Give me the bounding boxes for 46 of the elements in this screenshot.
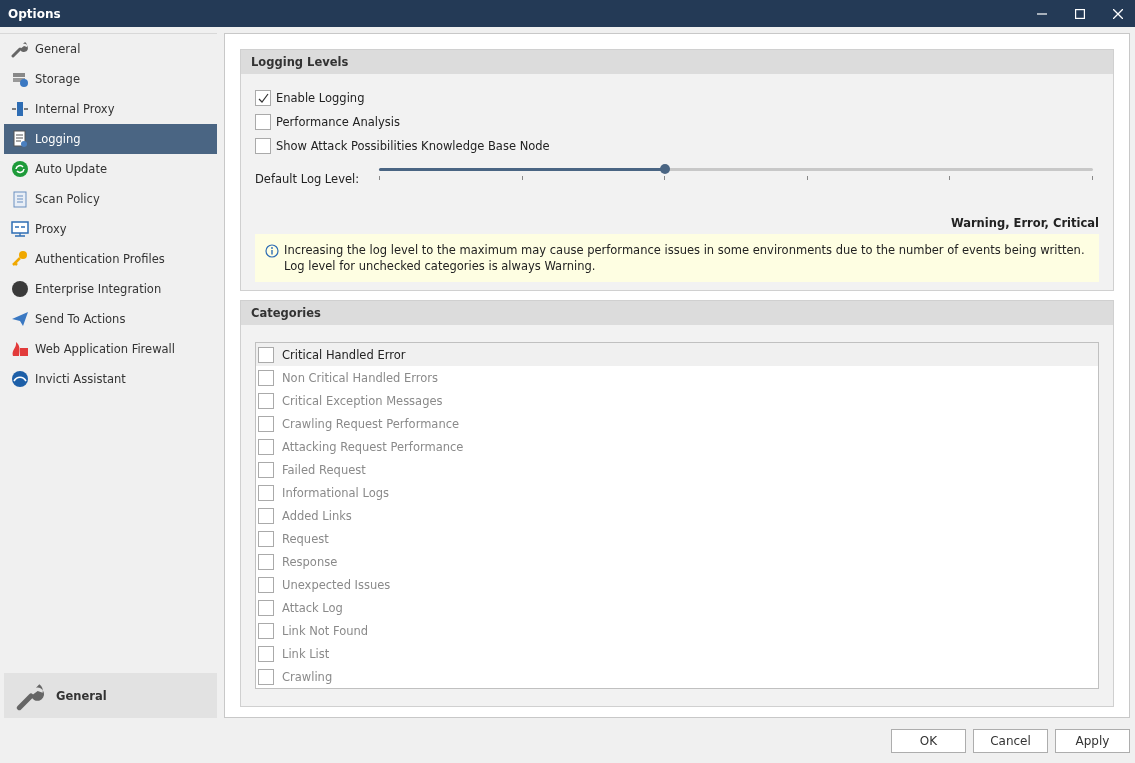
close-icon[interactable] xyxy=(1113,8,1123,19)
document-gear-icon xyxy=(11,130,29,148)
refresh-icon xyxy=(11,160,29,178)
checkbox[interactable] xyxy=(258,346,274,363)
info-icon xyxy=(265,244,279,258)
section-header: Logging Levels xyxy=(241,50,1113,74)
sidebar-item[interactable]: Storage xyxy=(4,64,217,94)
proxy-arrows-icon xyxy=(11,100,29,118)
checkbox[interactable] xyxy=(255,138,271,154)
sidebar-item[interactable]: Proxy xyxy=(4,214,217,244)
log-level-reading: Warning, Error, Critical xyxy=(949,216,1099,230)
maximize-icon[interactable] xyxy=(1075,8,1085,19)
dialog-button[interactable]: Cancel xyxy=(973,728,1048,753)
slider-thumb[interactable] xyxy=(659,164,670,174)
category-row[interactable]: Critical Handled Error xyxy=(256,343,1098,366)
globe-wave-icon xyxy=(11,370,29,388)
checkbox[interactable] xyxy=(255,114,271,130)
sidebar-item[interactable]: Scan Policy xyxy=(4,184,217,214)
sidebar-item[interactable]: General xyxy=(4,34,217,64)
sidebar-item[interactable]: Logging xyxy=(4,124,217,154)
info-text: Log level for unchecked categories is always Warning. xyxy=(284,259,597,273)
info-text: Increasing the log level to the maximum may cause performance issues in some environments due to the number of events being written. xyxy=(284,243,1085,257)
sidebar-item[interactable]: Auto Update xyxy=(4,154,217,184)
sidebar-item[interactable]: Enterprise Integration xyxy=(4,274,217,304)
window-title: Options xyxy=(8,6,61,21)
sidebar-item[interactable]: Web Application Firewall xyxy=(4,334,217,364)
storage-icon xyxy=(11,70,29,88)
clipboard-icon xyxy=(11,190,29,208)
dialog-button[interactable]: OK xyxy=(891,728,966,753)
checkbox[interactable] xyxy=(255,90,271,106)
section-header: Categories xyxy=(241,301,1113,325)
key-icon xyxy=(11,250,29,268)
checkbox-option[interactable]: Show Attack Possibilities Knowledge Base Node xyxy=(255,134,1099,158)
checkbox-option[interactable]: Enable Logging xyxy=(255,86,1099,110)
footer-label: General xyxy=(56,688,107,703)
paper-plane-icon xyxy=(11,310,29,328)
monitor-icon xyxy=(11,220,29,238)
sidebar-item[interactable]: Send To Actions xyxy=(4,304,217,334)
wrench-icon xyxy=(11,40,29,58)
sidebar-item[interactable]: Internal Proxy xyxy=(4,94,217,124)
sidebar-item[interactable]: Invicti Assistant xyxy=(4,364,217,394)
dark-circle-icon xyxy=(11,280,29,298)
checkbox-option[interactable]: Performance Analysis xyxy=(255,110,1099,134)
slider-label: Default Log Level: xyxy=(255,171,360,186)
sidebar-item[interactable]: Authentication Profiles xyxy=(4,244,217,274)
dialog-button[interactable]: Apply xyxy=(1055,728,1130,753)
